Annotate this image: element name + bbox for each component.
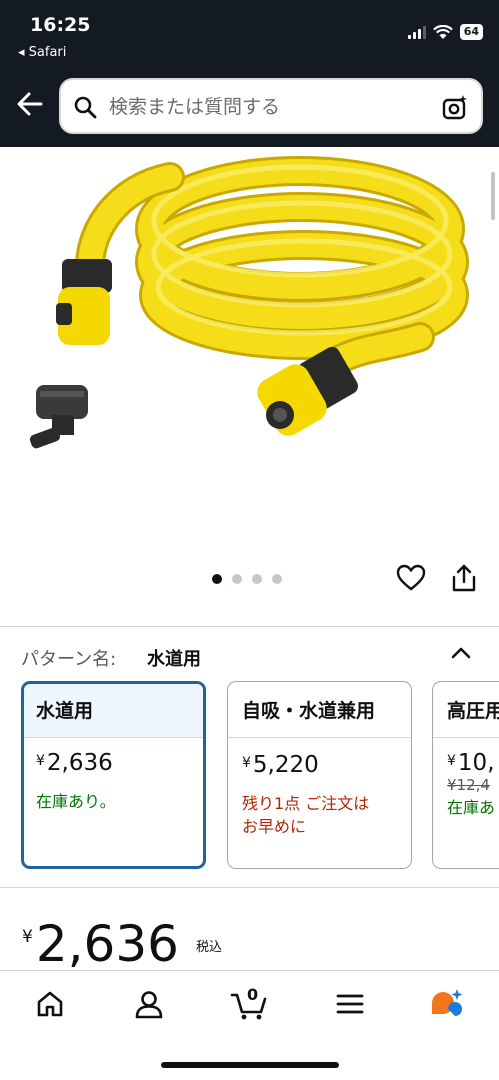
camera-search-icon[interactable] [441, 94, 469, 122]
variant-price: ¥2,636 [36, 750, 113, 776]
variant-old-price: ¥12,4 [447, 776, 490, 794]
image-pagination[interactable] [212, 574, 282, 584]
cart-count: 0 [247, 985, 259, 1004]
wifi-icon [432, 24, 453, 39]
variant-card-high-pressure[interactable]: 高圧用 ¥10, ¥12,4 在庫あ [432, 681, 499, 869]
back-to-safari-link[interactable]: ◂ Safari [18, 45, 66, 60]
pagination-dot[interactable] [272, 574, 282, 584]
product-price: ¥ 2,636 [22, 915, 179, 976]
pattern-label: パターン名: [21, 649, 117, 670]
home-icon[interactable] [33, 987, 67, 1021]
variant-options: 水道用 ¥2,636 在庫あり。 自吸・水道兼用 ¥5,220 残り1点 ご注文… [0, 681, 499, 869]
price-amount: 2,636 [35, 915, 179, 976]
app-header: 16:25 ◂ Safari 64 [0, 0, 499, 147]
variant-card-water[interactable]: 水道用 ¥2,636 在庫あり。 [21, 681, 206, 869]
cellular-signal-icon [407, 25, 426, 39]
variant-price: ¥10, [447, 750, 495, 776]
search-input[interactable] [109, 94, 429, 120]
heart-icon[interactable] [396, 563, 426, 593]
share-icon[interactable] [450, 563, 478, 593]
home-indicator [161, 1062, 339, 1068]
price-currency: ¥ [22, 927, 33, 947]
pagination-dot[interactable] [212, 574, 222, 584]
chevron-up-icon[interactable] [449, 642, 473, 662]
cart-button[interactable]: 0 [230, 985, 270, 1021]
variant-name: 自吸・水道兼用 [228, 682, 411, 738]
menu-icon[interactable] [333, 987, 367, 1021]
stock-status: 在庫あり。 [36, 792, 116, 811]
search-bar[interactable] [59, 78, 483, 134]
stock-status: 残り1点 ご注文はお早めに [242, 794, 370, 836]
stock-status: 在庫あ [447, 798, 496, 817]
product-image-gallery[interactable] [0, 147, 499, 627]
rufus-assistant-icon[interactable] [428, 987, 466, 1021]
variant-name: 水道用 [24, 684, 203, 738]
variant-card-self-priming[interactable]: 自吸・水道兼用 ¥5,220 残り1点 ご注文はお早めに [227, 681, 412, 869]
pattern-value: 水道用 [147, 649, 201, 670]
pagination-dot[interactable] [252, 574, 262, 584]
status-icons: 64 [407, 22, 483, 42]
tax-included-label: 税込 [196, 940, 223, 955]
product-image-hose[interactable] [0, 147, 499, 627]
pagination-dot[interactable] [232, 574, 242, 584]
scroll-indicator [491, 172, 495, 220]
section-divider [0, 887, 499, 888]
variant-name: 高圧用 [433, 682, 499, 738]
section-divider [0, 626, 499, 627]
variant-price: ¥5,220 [242, 752, 319, 778]
account-icon[interactable] [132, 987, 166, 1021]
back-arrow-icon[interactable] [14, 88, 46, 120]
search-icon [74, 96, 97, 119]
status-time: 16:25 [30, 14, 91, 36]
battery-icon: 64 [459, 24, 483, 40]
